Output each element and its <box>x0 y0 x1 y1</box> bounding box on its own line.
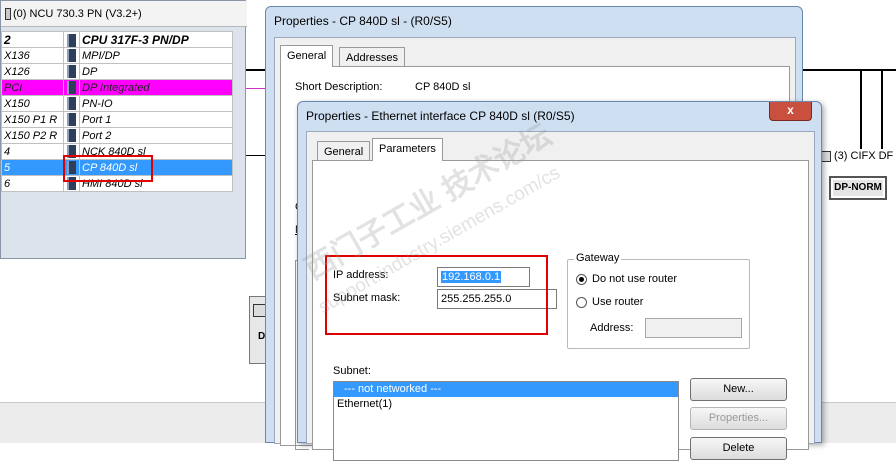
rack-slot: 2 <box>1 31 64 48</box>
close-icon: x <box>787 103 794 117</box>
rack-row[interactable]: X150 PN-IO <box>1 95 233 112</box>
rack-slot: 5 <box>1 159 64 176</box>
cifx-node[interactable]: (3) CIFX DF DP-NORM <box>821 146 896 208</box>
rack-slot: X136 <box>1 47 64 64</box>
rack-title: (0) NCU 730.3 PN (V3.2+) <box>1 1 247 27</box>
connection-line <box>881 69 883 149</box>
rack-title-text: (0) NCU 730.3 PN (V3.2+) <box>13 8 142 20</box>
rack-module-name: CPU 317F-3 PN/DP <box>79 31 233 48</box>
dialog-title: Properties - CP 840D sl - (R0/S5) <box>274 14 452 28</box>
router-address-label: Address: <box>590 322 634 334</box>
rack-module-name: Port 2 <box>79 127 233 144</box>
subnet-list[interactable]: --- not networked --- Ethernet(1) <box>333 381 679 461</box>
cifx-label: (3) CIFX DF <box>821 150 893 162</box>
rack-slot: X150 P1 R <box>1 111 64 128</box>
delete-subnet-button[interactable]: Delete <box>690 437 787 460</box>
module-icon <box>67 33 76 47</box>
module-icon <box>67 97 76 111</box>
rack-slot: X150 <box>1 95 64 112</box>
tab-general[interactable]: General <box>280 45 334 67</box>
module-cell <box>63 95 80 112</box>
module-cell <box>63 79 80 96</box>
rack-module-name: PN-IO <box>79 95 233 112</box>
rack-row[interactable]: X126 DP <box>1 63 233 80</box>
short-description-label: Short Description: <box>295 81 383 93</box>
rack-row[interactable]: PCI DP Integrated <box>1 79 233 96</box>
short-description-value: CP 840D sl <box>415 81 471 93</box>
router-address-field <box>645 318 742 338</box>
use-router-radio[interactable] <box>576 297 587 308</box>
close-button[interactable]: x <box>769 102 812 121</box>
dialog-body: General Parameters IP address: 192.168.0… <box>306 131 815 461</box>
rack-slot: PCI <box>1 79 64 96</box>
module-cell <box>63 63 80 80</box>
rack-module-name: DP Integrated <box>79 79 233 96</box>
dp-norm-box[interactable]: DP-NORM <box>829 176 887 200</box>
connection-line <box>860 69 862 149</box>
module-icon <box>67 129 76 143</box>
dialog-title: Properties - Ethernet interface CP 840D … <box>306 109 575 123</box>
annotation-red-box <box>63 155 153 182</box>
do-not-use-router-label[interactable]: Do not use router <box>592 273 677 285</box>
new-subnet-button[interactable]: New... <box>690 378 787 401</box>
parameters-panel: IP address: 192.168.0.1 Subnet mask: 255… <box>312 160 809 461</box>
rack-module-name: Port 1 <box>79 111 233 128</box>
module-cell <box>63 111 80 128</box>
subnet-item-not-networked[interactable]: --- not networked --- <box>334 382 678 397</box>
module-icon <box>67 65 76 79</box>
use-router-label[interactable]: Use router <box>592 296 643 308</box>
module-icon <box>67 81 76 95</box>
rack-module-name: DP <box>79 63 233 80</box>
annotation-red-box <box>325 255 548 335</box>
dp-norm-label: DP-NORM <box>834 182 882 193</box>
subnet-item-ethernet[interactable]: Ethernet(1) <box>334 397 678 412</box>
properties-ethernet-dialog[interactable]: Properties - Ethernet interface CP 840D … <box>297 101 822 461</box>
do-not-use-router-radio[interactable] <box>576 274 587 285</box>
gateway-group: Gateway Do not use router Use router Add… <box>567 252 750 349</box>
module-cell <box>63 31 80 48</box>
rack-window[interactable]: (0) NCU 730.3 PN (V3.2+) 2 CPU 317F-3 PN/… <box>0 0 247 259</box>
cifx-label-text: (3) CIFX DF <box>834 150 894 162</box>
tab-parameters[interactable]: Parameters <box>372 138 443 161</box>
module-cell <box>63 127 80 144</box>
module-icon <box>821 150 831 162</box>
rack-slot: 6 <box>1 175 64 192</box>
rack-slot: X150 P2 R <box>1 127 64 144</box>
subnet-label: Subnet: <box>333 365 371 377</box>
module-cell <box>63 47 80 64</box>
gateway-legend: Gateway <box>574 252 622 264</box>
rack-icon <box>5 8 11 21</box>
rack-row[interactable]: X136 MPI/DP <box>1 47 233 64</box>
rack-row[interactable]: 2 CPU 317F-3 PN/DP <box>1 31 233 48</box>
subnet-properties-button[interactable]: Properties... <box>690 407 787 430</box>
module-icon <box>67 113 76 127</box>
rack-row[interactable]: X150 P1 R Port 1 <box>1 111 233 128</box>
rack-slot: X126 <box>1 63 64 80</box>
rack-slot: 4 <box>1 143 64 160</box>
tab-general[interactable]: General <box>317 141 371 161</box>
rack-module-name: MPI/DP <box>79 47 233 64</box>
tab-addresses[interactable]: Addresses <box>339 47 405 67</box>
module-icon <box>67 49 76 63</box>
rack-row[interactable]: X150 P2 R Port 2 <box>1 127 233 144</box>
